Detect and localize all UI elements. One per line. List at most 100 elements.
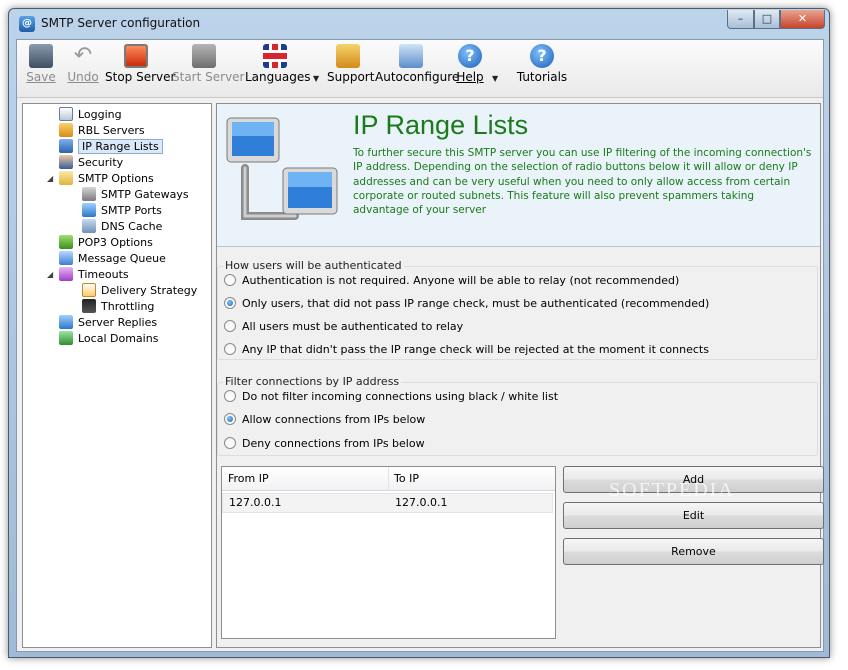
help-icon: ? — [458, 44, 482, 68]
tree-item-label: SMTP Gateways — [101, 188, 189, 201]
expand-timeouts-icon[interactable]: ◢ — [47, 270, 53, 279]
undo-button[interactable]: ↶ Undo — [65, 44, 101, 85]
expand-smtp-options-icon[interactable]: ◢ — [47, 174, 53, 183]
filter-group-title: Filter connections by IP address — [223, 375, 402, 388]
auth-option-not-required[interactable]: Authentication is not required. Anyone w… — [224, 273, 679, 289]
tree-item-label: Message Queue — [78, 252, 166, 265]
tree-item-local-domains[interactable]: Local Domains — [59, 331, 158, 347]
radio-label: Authentication is not required. Anyone w… — [242, 274, 680, 287]
window-title: SMTP Server configuration — [41, 16, 201, 30]
help-label: Help — [456, 70, 484, 84]
ports-icon — [82, 203, 96, 217]
help-button[interactable]: ? Help — [453, 44, 487, 84]
tree-item-throttling[interactable]: Throttling — [82, 299, 154, 315]
table-row[interactable]: 127.0.0.1 127.0.0.1 — [222, 493, 553, 513]
tree-item-label: Logging — [78, 108, 122, 121]
close-button[interactable]: ✕ — [780, 10, 825, 29]
radio-label: All users must be authenticated to relay — [242, 320, 464, 333]
tree-item-smtp-options[interactable]: SMTP Options — [59, 171, 154, 187]
radio-icon[interactable] — [224, 390, 236, 402]
tree-item-rbl-servers[interactable]: RBL Servers — [59, 123, 145, 139]
radio-label: Deny connections from IPs below — [242, 437, 425, 450]
start-icon — [192, 44, 216, 68]
minimize-button[interactable]: – — [727, 10, 754, 29]
radio-label: Only users, that did not pass IP range c… — [242, 297, 710, 310]
title-bar[interactable]: @ SMTP Server configuration – □ ✕ — [9, 9, 829, 37]
tree-item-delivery-strategy[interactable]: Delivery Strategy — [82, 283, 197, 299]
filter-option-deny[interactable]: Deny connections from IPs below — [224, 436, 425, 452]
banner: IP Range Lists To further secure this SM… — [217, 104, 820, 247]
stop-server-label: Stop Server — [105, 70, 176, 84]
tree-item-label: Server Replies — [78, 316, 158, 329]
stop-icon — [124, 44, 148, 68]
stop-server-button[interactable]: Stop Server — [105, 44, 176, 84]
radio-icon[interactable] — [224, 274, 236, 286]
radio-label: Any IP that didn't pass the IP range che… — [242, 343, 709, 356]
clock-icon — [59, 267, 73, 281]
save-button[interactable]: Save — [23, 44, 59, 84]
tree-item-pop3-options[interactable]: POP3 Options — [59, 235, 153, 251]
maximize-button[interactable]: □ — [754, 10, 780, 29]
languages-label: Languages — [245, 70, 311, 84]
edit-button[interactable]: Edit — [563, 502, 824, 529]
support-icon — [336, 44, 360, 68]
auth-option-reject[interactable]: Any IP that didn't pass the IP range che… — [224, 342, 709, 358]
column-to-ip[interactable]: To IP — [388, 467, 419, 491]
filter-group: Filter connections by IP address Do not … — [217, 375, 818, 456]
network-monitors-icon — [226, 117, 338, 220]
log-icon — [59, 107, 73, 121]
tree-item-label: Security — [78, 156, 124, 169]
filter-option-allow[interactable]: Allow connections from IPs below — [224, 412, 425, 428]
tree-item-smtp-ports[interactable]: SMTP Ports — [82, 203, 162, 219]
pop3-icon — [59, 235, 73, 249]
monitor-icon — [59, 139, 73, 153]
radio-label: Allow connections from IPs below — [242, 413, 426, 426]
user-icon — [59, 155, 73, 169]
toolbar: Save ↶ Undo Stop Server Start Server Lan… — [17, 40, 823, 98]
watermark: SOFTPEDIA — [609, 479, 735, 501]
envelope-icon — [59, 171, 73, 185]
tree-item-ip-range-lists[interactable]: IP Range Lists — [59, 139, 163, 155]
radio-icon[interactable] — [224, 343, 236, 355]
tree-item-timeouts[interactable]: Timeouts — [59, 267, 129, 283]
app-window: @ SMTP Server configuration – □ ✕ Save ↶… — [8, 8, 830, 658]
uk-flag-icon — [263, 44, 287, 68]
page-title: IP Range Lists — [353, 110, 529, 140]
radio-checked-icon[interactable] — [224, 413, 236, 425]
list-header: From IP To IP — [222, 467, 555, 491]
filter-option-none[interactable]: Do not filter incoming connections using… — [224, 389, 558, 405]
auth-option-ip-check[interactable]: Only users, that did not pass IP range c… — [224, 296, 709, 312]
start-server-button[interactable]: Start Server — [172, 44, 244, 84]
autoconfigure-button[interactable]: Autoconfigure — [375, 44, 459, 84]
cell-from-ip: 127.0.0.1 — [229, 496, 282, 509]
auth-option-all-users[interactable]: All users must be authenticated to relay — [224, 319, 463, 335]
languages-dropdown-icon[interactable]: ▼ — [313, 74, 319, 83]
radio-label: Do not filter incoming connections using… — [242, 390, 559, 403]
page-description: To further secure this SMTP server you c… — [353, 147, 812, 217]
help-dropdown-icon[interactable]: ▼ — [492, 74, 498, 83]
tree-item-message-queue[interactable]: Message Queue — [59, 251, 166, 267]
tree-item-smtp-gateways[interactable]: SMTP Gateways — [82, 187, 189, 203]
tree-item-dns-cache[interactable]: DNS Cache — [82, 219, 162, 235]
tree-item-label: DNS Cache — [101, 220, 163, 233]
client-area: Save ↶ Undo Stop Server Start Server Lan… — [16, 39, 824, 652]
support-button[interactable]: Support — [327, 44, 374, 84]
ip-range-list[interactable]: From IP To IP 127.0.0.1 127.0.0.1 — [221, 466, 556, 639]
tree-item-security[interactable]: Security — [59, 155, 123, 171]
tree-item-label: Throttling — [101, 300, 155, 313]
house-icon — [399, 44, 423, 68]
radio-icon[interactable] — [224, 320, 236, 332]
remove-button[interactable]: Remove — [563, 538, 824, 565]
radio-icon[interactable] — [224, 437, 236, 449]
languages-button[interactable]: Languages — [245, 44, 311, 84]
radio-checked-icon[interactable] — [224, 297, 236, 309]
column-from-ip[interactable]: From IP — [222, 467, 269, 491]
tree-item-server-replies[interactable]: Server Replies — [59, 315, 157, 331]
dns-icon — [82, 219, 96, 233]
tutorials-button[interactable]: ? Tutorials — [515, 44, 569, 84]
undo-label: Undo — [67, 70, 99, 84]
tutorials-icon: ? — [530, 44, 554, 68]
main-panel: IP Range Lists To further secure this SM… — [216, 103, 824, 648]
tree-item-logging[interactable]: Logging — [59, 107, 122, 123]
cell-to-ip: 127.0.0.1 — [395, 496, 448, 509]
